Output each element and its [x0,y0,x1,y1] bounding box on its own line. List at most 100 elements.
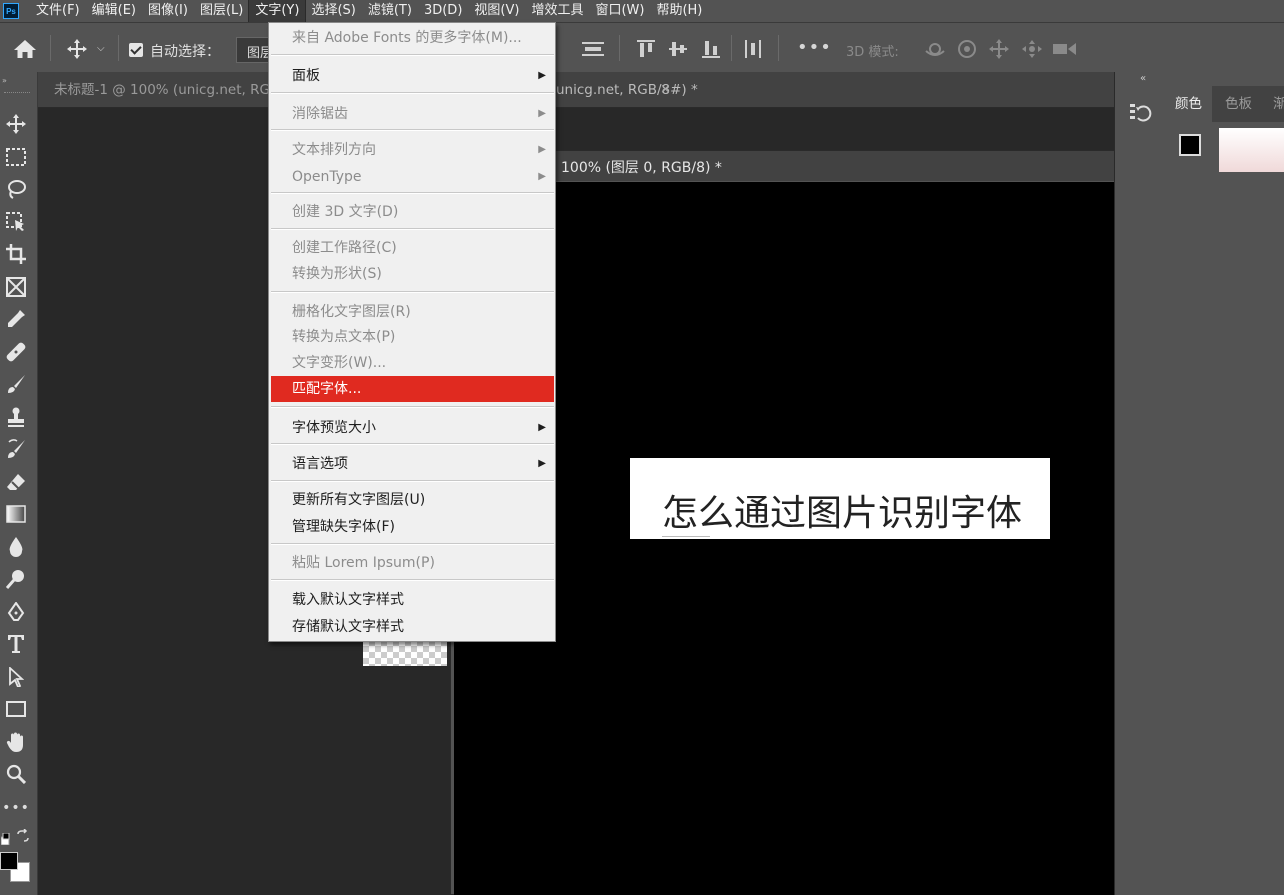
transparent-layer-preview [363,640,447,666]
healing-brush-tool-icon[interactable] [2,338,30,366]
color-spectrum[interactable] [1219,128,1284,172]
lasso-tool-icon[interactable] [2,175,30,203]
document-tab-untitled[interactable]: 未标题-1 @ 100% (unicg.net, RGB/8#) * [38,72,268,108]
zoom-tool-icon[interactable] [2,760,30,788]
menu-separator [271,228,554,230]
align-bottom-icon[interactable] [702,40,720,58]
menu-item-warp-text: 文字变形(W)... [292,355,387,371]
tab-swatches[interactable]: 色板 [1215,86,1262,122]
menu-select[interactable]: 选择(S) [305,0,361,22]
clone-stamp-tool-icon[interactable] [2,403,30,431]
menu-item-rasterize: 栅格化文字图层(R) [292,304,411,320]
menu-item-paste-lorem: 粘贴 Lorem Ipsum(P) [292,555,435,571]
align-left-icon[interactable] [582,42,604,56]
tab-color[interactable]: 颜色 [1165,86,1212,122]
menu-separator [271,192,554,194]
collapse-panels-icon[interactable]: « [1140,73,1146,84]
dodge-tool-icon[interactable] [2,565,30,593]
options-bar: ⌵ 自动选择： 图层 ••• 3D 模式: [0,22,1284,72]
document-tab-bar: 未标题-1 @ 100% (unicg.net, RGB/8#) * unicg… [38,72,1114,108]
menu-layer[interactable]: 图层(L) [194,0,249,22]
menu-image[interactable]: 图像(I) [142,0,194,22]
menu-item-opentype: OpenType ▶ [271,164,554,190]
menu-3d[interactable]: 3D(D) [418,0,468,22]
edit-toolbar-icon[interactable]: ••• [2,794,30,822]
3d-roll-icon[interactable] [957,39,977,59]
text-baseline-marker [662,536,710,537]
menu-plugins[interactable]: 增效工具 [525,0,589,22]
history-panel-icon[interactable] [1125,98,1155,128]
rectangle-tool-icon[interactable] [2,695,30,723]
gradient-tool-icon[interactable] [2,500,30,528]
eraser-tool-icon[interactable] [2,468,30,496]
marquee-tool-icon[interactable] [2,143,30,171]
move-tool-icon[interactable] [66,39,88,59]
document-tab-second[interactable]: unicg.net, RGB/8#) * [556,72,706,108]
tab-gradients[interactable]: 渐 [1263,86,1284,122]
panel-grip[interactable] [4,92,30,94]
menu-item-match-font[interactable]: 匹配字体... [271,376,554,402]
3d-pan-icon[interactable] [989,39,1009,59]
tools-panel: » ••• [0,72,38,895]
hand-tool-icon[interactable] [2,728,30,756]
menu-item-panels[interactable]: 面板 ▶ [271,63,554,89]
3d-orbit-icon[interactable] [924,39,946,59]
3d-mode-label: 3D 模式: [846,45,899,60]
menu-filter[interactable]: 滤镜(T) [362,0,418,22]
menu-item-load-default-style[interactable]: 载入默认文字样式 [271,587,554,613]
menu-item-manage-missing[interactable]: 管理缺失字体(F) [271,514,554,540]
menu-separator [271,291,554,293]
home-icon[interactable] [13,39,37,59]
brush-tool-icon[interactable] [2,370,30,398]
object-select-tool-icon[interactable] [2,208,30,236]
menu-separator [271,92,554,94]
path-select-tool-icon[interactable] [2,663,30,691]
menu-item-update-all[interactable]: 更新所有文字图层(U) [271,487,554,513]
close-tab-icon[interactable]: × [660,72,671,108]
canvas-text: 怎么通过图片识别字体 [662,493,1023,534]
menu-item-language[interactable]: 语言选项 ▶ [271,451,554,477]
menu-separator [271,579,554,581]
more-options-icon[interactable]: ••• [797,37,832,58]
3d-slide-icon[interactable] [1021,39,1043,59]
eyedropper-tool-icon[interactable] [2,305,30,333]
text-layer-box[interactable]: 怎么通过图片识别字体 [630,458,1050,539]
menu-item-save-default-style[interactable]: 存储默认文字样式 [271,614,554,640]
menu-separator [271,406,554,408]
swap-colors-icon[interactable] [16,828,30,847]
move-tool-icon[interactable] [2,110,30,138]
auto-select-checkbox[interactable] [129,43,143,57]
default-colors-icon[interactable] [0,830,13,849]
align-vcenter-icon[interactable] [669,40,687,58]
document-window-title: 100% (图层 0, RGB/8) * [561,160,722,176]
menu-item-anti-alias: 消除锯齿 ▶ [271,101,554,127]
color-panel-tabs: 颜色 色板 渐 [1165,86,1284,122]
menu-type[interactable]: 文字(Y) [248,0,307,23]
chevron-down-icon[interactable]: ⌵ [97,43,105,54]
menu-file[interactable]: 文件(F) [30,0,86,22]
distribute-icon[interactable] [745,40,761,58]
menu-view[interactable]: 视图(V) [468,0,525,22]
menu-edit[interactable]: 编辑(E) [86,0,142,22]
menu-item-orientation: 文本排列方向 ▶ [271,137,554,163]
pen-tool-icon[interactable] [2,598,30,626]
menu-window[interactable]: 窗口(W) [589,0,650,22]
type-tool-icon[interactable] [2,630,30,658]
frame-tool-icon[interactable] [2,273,30,301]
foreground-color-swatch[interactable] [0,852,18,870]
menu-item-adobe-fonts: 来自 Adobe Fonts 的更多字体(M)... [292,30,522,46]
submenu-arrow-icon: ▶ [538,171,546,182]
menu-item-preview-size[interactable]: 字体预览大小 ▶ [271,415,554,441]
submenu-arrow-icon: ▶ [538,70,546,81]
submenu-arrow-icon: ▶ [538,422,546,433]
blur-tool-icon[interactable] [2,533,30,561]
menu-item-work-path: 创建工作路径(C) [292,240,397,256]
history-brush-tool-icon[interactable] [2,435,30,463]
menu-item-convert-shape: 转换为形状(S) [292,266,382,282]
collapse-icon[interactable]: » [2,76,7,85]
menu-help[interactable]: 帮助(H) [650,0,708,22]
crop-tool-icon[interactable] [2,240,30,268]
align-top-icon[interactable] [637,40,655,58]
3d-camera-icon[interactable] [1053,40,1077,58]
foreground-color-preview[interactable] [1179,134,1201,156]
